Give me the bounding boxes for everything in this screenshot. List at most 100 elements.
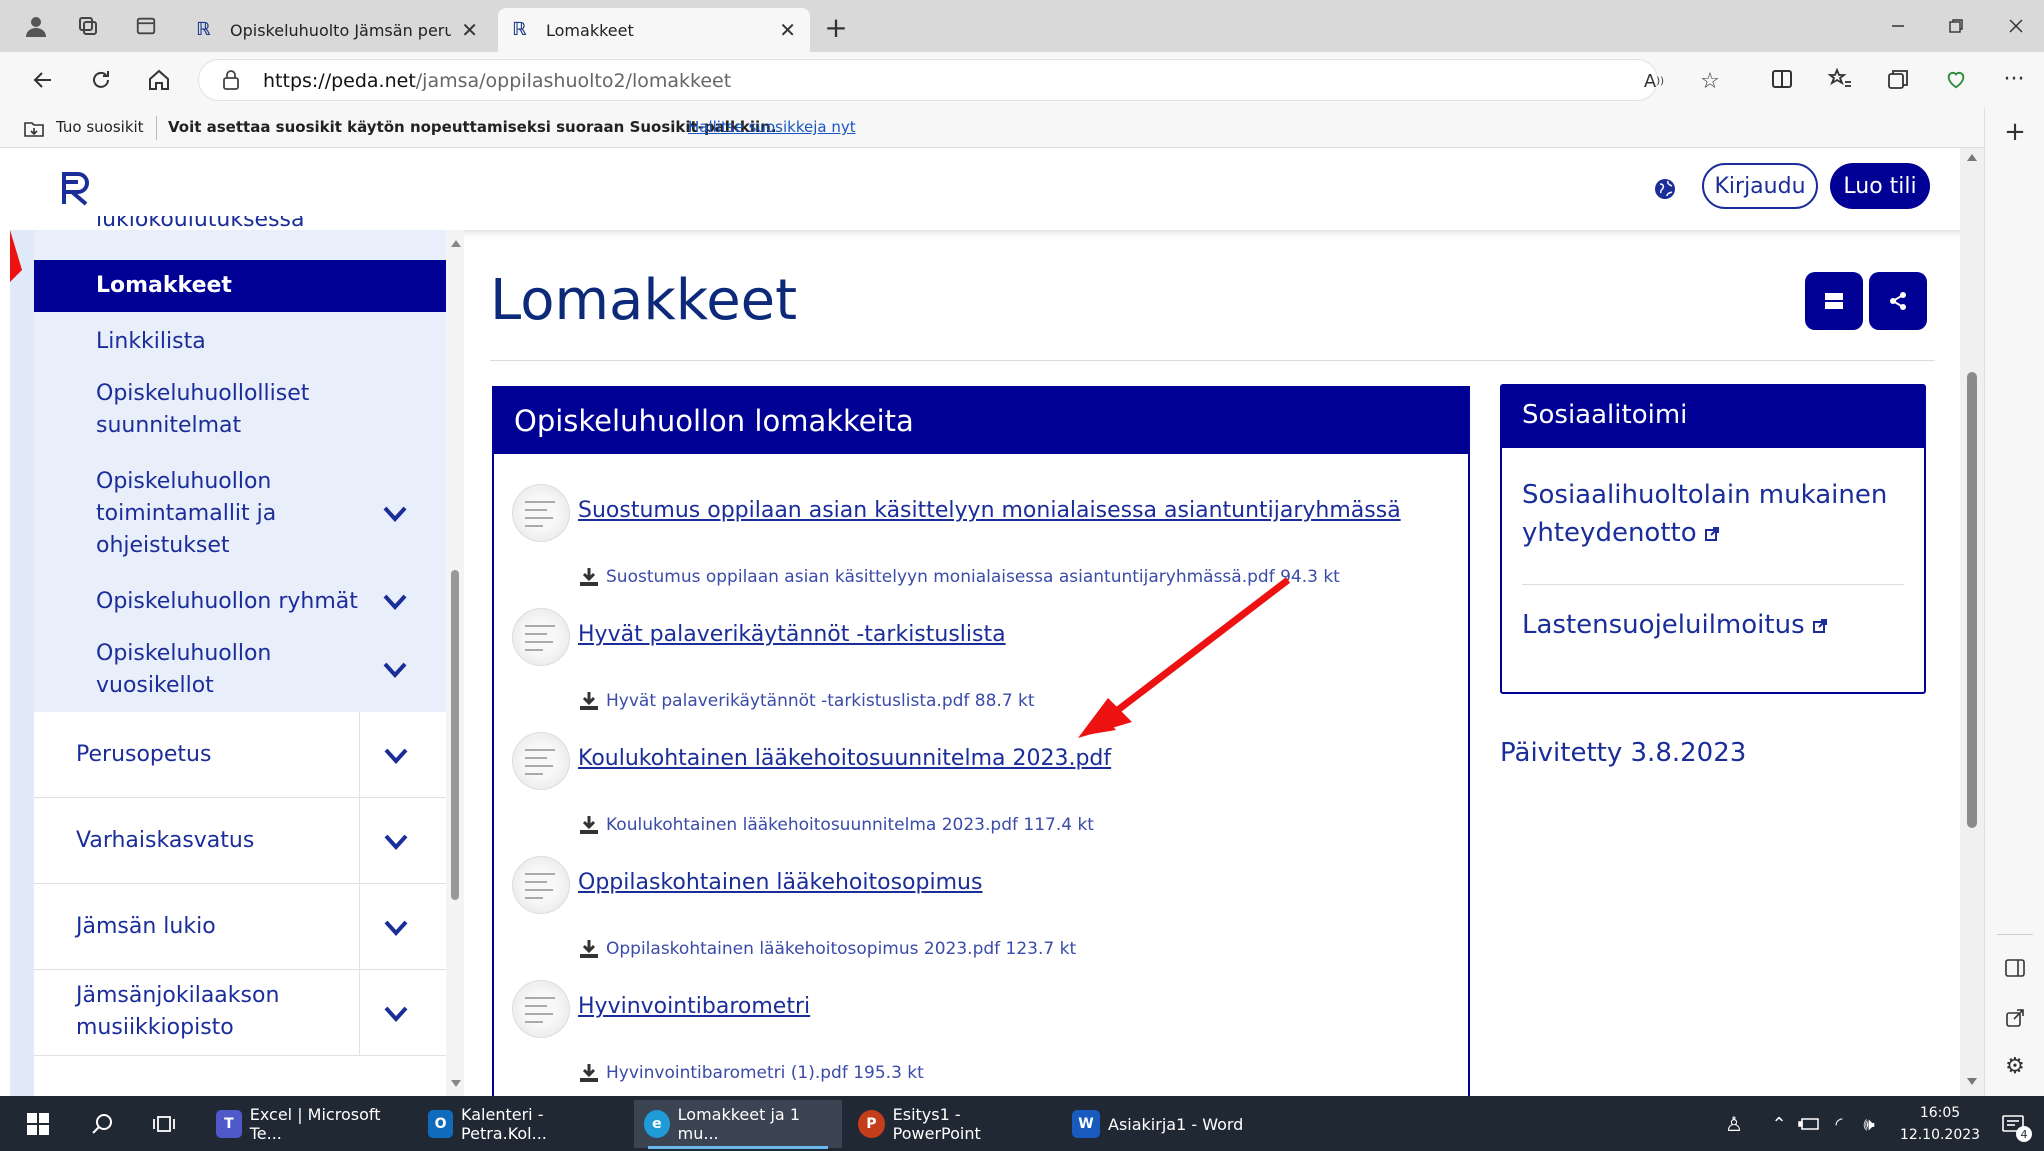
file-thumbnail[interactable] — [512, 856, 570, 914]
file-thumbnail[interactable] — [512, 732, 570, 790]
taskbar-app-teams[interactable]: T Excel | Microsoft Te... — [206, 1100, 414, 1148]
more-options-icon[interactable]: ··· — [1996, 62, 2032, 96]
add-sidebar-app-icon[interactable]: + — [1997, 114, 2033, 150]
scroll-down-icon[interactable] — [1967, 1078, 1977, 1085]
sidebar-item-partial[interactable]: lukiokoulutuksessa — [96, 216, 305, 238]
child-protection-link[interactable]: Lastensuojeluilmoitus — [1522, 606, 1827, 644]
battery-icon[interactable] — [1796, 1108, 1822, 1140]
sidebar-scrollbar[interactable] — [446, 230, 464, 1096]
sidebar-item-lomakkeet[interactable]: Lomakkeet — [34, 260, 446, 312]
url-field[interactable]: https://peda.net/jamsa/oppilashuolto2/lo… — [198, 59, 1720, 101]
taskbar-app-powerpoint[interactable]: P Esitys1 - PowerPoint — [848, 1100, 1056, 1148]
new-tab-icon[interactable]: + — [818, 10, 854, 44]
chevron-down-icon[interactable] — [381, 588, 409, 616]
settings-gear-icon[interactable]: ⚙ — [1997, 1048, 2033, 1084]
scroll-down-icon[interactable] — [451, 1080, 461, 1087]
open-external-icon[interactable] — [1997, 1000, 2033, 1036]
scroll-up-icon[interactable] — [451, 240, 461, 247]
tab-opiskeluhuolto[interactable]: ℝ Opiskeluhuolto Jämsän perusope ✕ — [182, 8, 492, 52]
edge-icon: e — [644, 1110, 670, 1138]
peda-favicon-icon: ℝ — [512, 19, 527, 40]
taskbar-app-outlook[interactable]: O Kalenteri - Petra.Kol... — [418, 1100, 626, 1148]
sidebar-item-toimintamallit[interactable]: Opiskeluhuollon toimintamallit ja ohjeis… — [96, 466, 286, 562]
split-screen-icon[interactable] — [1764, 62, 1800, 96]
clock-date: 12.10.2023 — [1899, 1127, 1981, 1143]
sidebar-item-linkkilista[interactable]: Linkkilista — [96, 326, 206, 358]
tab-lomakkeet[interactable]: ℝ Lomakkeet ✕ — [498, 8, 810, 52]
favorites-icon[interactable] — [1822, 62, 1858, 96]
taskbar-search-icon[interactable] — [84, 1106, 120, 1142]
external-link-icon — [1704, 527, 1719, 541]
file-download-link[interactable]: Hyvät palaverikäytännöt -tarkistuslista.… — [578, 690, 1035, 712]
import-favorites-button[interactable]: Tuo suosikit — [56, 118, 144, 136]
favorite-star-icon[interactable]: ☆ — [1695, 67, 1725, 95]
read-aloud-icon[interactable]: A)) — [1639, 67, 1669, 95]
close-window-icon[interactable] — [1998, 10, 2034, 42]
chevron-down-icon[interactable] — [381, 500, 409, 528]
profile-icon[interactable] — [18, 10, 54, 42]
chevron-down-icon[interactable] — [382, 828, 410, 856]
file-link[interactable]: Koulukohtainen lääkehoitosuunnitelma 202… — [578, 746, 1111, 771]
task-view-icon[interactable] — [146, 1106, 182, 1142]
import-favorites-icon[interactable] — [22, 116, 46, 140]
workspaces-icon[interactable] — [70, 10, 106, 42]
people-icon[interactable]: ♙ — [1718, 1108, 1750, 1140]
browser-essentials-icon[interactable] — [1938, 62, 1974, 96]
file-thumbnail[interactable] — [512, 980, 570, 1038]
wifi-icon[interactable]: ◜ — [1826, 1108, 1852, 1140]
show-hidden-icons-icon[interactable]: ⌃ — [1766, 1108, 1792, 1140]
taskbar-app-word[interactable]: W Asiakirja1 - Word — [1062, 1100, 1270, 1148]
minimize-icon[interactable] — [1880, 10, 1916, 42]
lock-icon[interactable] — [219, 68, 243, 92]
file-thumbnail[interactable] — [512, 608, 570, 666]
layout-toggle-button[interactable] — [1805, 272, 1863, 330]
restore-icon[interactable] — [1938, 10, 1974, 42]
login-button[interactable]: Kirjaudu — [1702, 163, 1818, 209]
sidebar-scroll-thumb[interactable] — [451, 570, 459, 900]
volume-icon[interactable]: 🕪 — [1856, 1108, 1882, 1140]
file-link[interactable]: Oppilaskohtainen lääkehoitosopimus — [578, 870, 982, 895]
layout-icon — [1825, 293, 1843, 309]
file-download-link[interactable]: Hyvinvointibarometri (1).pdf 195.3 kt — [578, 1062, 924, 1084]
taskbar-app-edge[interactable]: e Lomakkeet ja 1 mu... — [634, 1100, 842, 1148]
file-download-link[interactable]: Koulukohtainen lääkehoitosuunnitelma 202… — [578, 814, 1094, 836]
chevron-down-icon[interactable] — [381, 656, 409, 684]
social-care-contact-link[interactable]: Sosiaalihuoltolain mukainen yhteydenotto — [1522, 476, 1902, 552]
vertical-tabs-icon[interactable] — [128, 10, 164, 42]
share-button[interactable] — [1869, 272, 1927, 330]
file-link[interactable]: Hyvinvointibarometri — [578, 994, 810, 1019]
sidebar-item-lukio[interactable]: Jämsän lukio — [34, 884, 446, 970]
peda-logo-icon[interactable] — [60, 170, 100, 210]
chevron-down-icon[interactable] — [382, 742, 410, 770]
hide-sidebar-icon[interactable] — [1997, 950, 2033, 986]
social-services-card-title: Sosiaalitoimi — [1502, 386, 1924, 448]
file-download-link[interactable]: Oppilaskohtainen lääkehoitosopimus 2023.… — [578, 938, 1076, 960]
file-link[interactable]: Suostumus oppilaan asian käsittelyyn mon… — [578, 498, 1401, 523]
sidebar-item-musiikkiopisto[interactable]: Jämsänjokilaakson musiikkiopisto — [34, 970, 446, 1056]
clock[interactable]: 16:05 12.10.2023 — [1890, 1102, 1990, 1146]
chevron-down-icon[interactable] — [382, 1000, 410, 1028]
refresh-icon[interactable] — [82, 62, 120, 98]
manage-favorites-link[interactable]: Hallitse suosikkeja nyt — [688, 118, 856, 136]
home-icon[interactable] — [140, 62, 178, 98]
page-scroll-thumb[interactable] — [1967, 372, 1977, 828]
close-tab-icon[interactable]: ✕ — [779, 18, 796, 42]
sidebar-item-varhaiskasvatus[interactable]: Varhaiskasvatus — [34, 798, 446, 884]
windows-start-icon[interactable] — [20, 1106, 56, 1142]
chevron-down-icon[interactable] — [382, 914, 410, 942]
browser-side-panel: + ⚙ — [1984, 108, 2044, 1096]
language-globe-icon[interactable] — [1650, 174, 1680, 204]
file-link[interactable]: Hyvät palaverikäytännöt -tarkistuslista — [578, 622, 1006, 647]
sidebar-item-suunnitelmat[interactable]: Opiskeluhuollolliset suunnitelmat — [96, 378, 336, 442]
sidebar-item-perusopetus[interactable]: Perusopetus — [34, 712, 446, 798]
close-tab-icon[interactable]: ✕ — [461, 18, 478, 42]
scroll-up-icon[interactable] — [1967, 154, 1977, 161]
collections-icon[interactable] — [1880, 62, 1916, 96]
sidebar-item-ryhmat[interactable]: Opiskeluhuollon ryhmät — [96, 586, 358, 618]
page-scrollbar[interactable] — [1960, 148, 1984, 1096]
notifications-icon[interactable]: 4 — [1998, 1110, 2032, 1142]
file-thumbnail[interactable] — [512, 484, 570, 542]
back-icon[interactable] — [24, 62, 62, 98]
sidebar-item-vuosikellot[interactable]: Opiskeluhuollon vuosikellot — [96, 638, 286, 702]
create-account-button[interactable]: Luo tili — [1830, 163, 1930, 209]
